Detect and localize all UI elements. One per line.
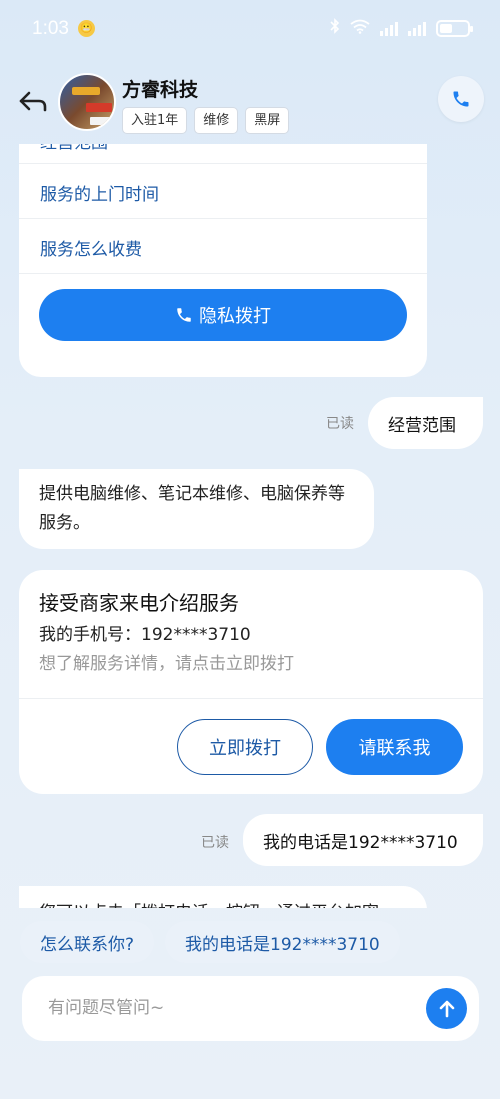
user-message: 经营范围	[368, 397, 483, 449]
back-button[interactable]	[18, 86, 48, 116]
service-card-phone: 我的手机号：192****3710	[39, 625, 251, 645]
shop-tags: 入驻1年 维修 黑屏	[122, 107, 290, 134]
phone-icon	[453, 91, 469, 107]
quick-reply-chip[interactable]: 我的电话是192****3710	[165, 921, 400, 963]
faq-item-service-time[interactable]: 服务的上门时间	[40, 180, 159, 205]
shop-tag: 维修	[194, 107, 239, 134]
signal-icon-1	[380, 21, 398, 36]
private-dial-label: 隐私拨打	[199, 306, 271, 327]
status-time: 1:03	[32, 18, 69, 39]
battery-level	[440, 23, 452, 33]
chat-header: 方睿科技 入驻1年 维修 黑屏	[0, 60, 500, 144]
shop-avatar[interactable]	[58, 73, 116, 131]
service-card: 接受商家来电介绍服务 我的手机号：192****3710 想了解服务详情，请点击…	[19, 570, 483, 794]
message-input-bar	[22, 976, 479, 1041]
divider	[19, 163, 427, 164]
call-now-button[interactable]: 立即拨打	[177, 719, 313, 775]
wifi-icon	[350, 19, 370, 38]
divider	[19, 218, 427, 219]
shop-tag: 黑屏	[245, 107, 290, 134]
status-bar: 1:03 😬	[0, 0, 500, 60]
arrow-up-icon	[439, 1000, 454, 1017]
read-status: 已读	[201, 835, 229, 851]
bot-message: 您可以点击「拨打电话」按钮，通过平台加密	[19, 886, 427, 908]
user-message: 我的电话是192****3710	[243, 814, 483, 866]
faq-item-service-fee[interactable]: 服务怎么收费	[40, 235, 142, 260]
faq-item-business-scope[interactable]: 经营范围	[40, 144, 108, 153]
service-card-hint: 想了解服务详情，请点击立即拨打	[39, 654, 294, 674]
quick-reply-chip[interactable]: 怎么联系你?	[20, 921, 155, 963]
divider	[19, 698, 483, 699]
service-card-title: 接受商家来电介绍服务	[39, 591, 239, 615]
chat-message-list[interactable]: 经营范围 服务的上门时间 服务怎么收费 隐私拨打 已读 经营范围 提供电脑维修、…	[0, 144, 500, 908]
shop-tag: 入驻1年	[122, 107, 188, 134]
private-dial-button[interactable]: 隐私拨打	[39, 289, 407, 341]
send-button[interactable]	[426, 988, 467, 1029]
divider	[19, 273, 427, 274]
signal-icon-2	[408, 21, 426, 36]
phone-call-button[interactable]	[438, 76, 484, 122]
status-emoji-icon: 😬	[78, 20, 95, 37]
bot-message: 提供电脑维修、笔记本维修、电脑保养等服务。	[19, 469, 374, 549]
phone-icon	[177, 308, 191, 322]
status-icons	[330, 18, 473, 38]
back-arrow-icon	[19, 91, 47, 112]
battery-icon	[436, 19, 473, 37]
read-status: 已读	[326, 416, 354, 432]
message-input[interactable]	[48, 990, 408, 1026]
contact-me-button[interactable]: 请联系我	[326, 719, 463, 775]
bluetooth-icon	[330, 18, 340, 38]
faq-card: 经营范围 服务的上门时间 服务怎么收费 隐私拨打	[19, 144, 427, 377]
shop-name[interactable]: 方睿科技	[122, 75, 198, 102]
quick-replies: 怎么联系你? 我的电话是192****3710	[20, 921, 400, 963]
